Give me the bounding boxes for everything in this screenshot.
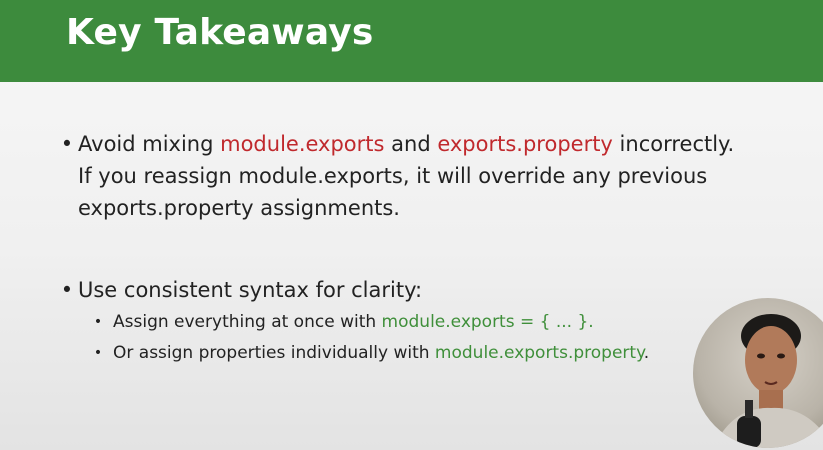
bullet-1-text-a: Avoid mixing	[78, 132, 221, 156]
slide-header: Key Takeaways	[0, 0, 823, 82]
sub-bullet-2-suffix: .	[643, 343, 650, 363]
sub-bullet-icon: •	[93, 345, 103, 361]
sub-bullet-text-1: Assign everything at once with module.ex…	[113, 309, 733, 335]
bullet-text-2: Use consistent syntax for clarity:	[78, 278, 423, 302]
sub-bullet-2-prefix: Or assign properties individually with	[113, 343, 435, 363]
sub-bullet-1-prefix: Assign everything at once with	[113, 312, 382, 332]
bullet-1-text-c: incorrectly.	[612, 132, 735, 156]
sub-bullet-2-code: module.exports.property	[434, 343, 644, 363]
sub-bullet-icon: •	[93, 314, 103, 330]
bullet-1-text-d: If you reassign module.exports, it will …	[78, 164, 708, 220]
bullet-1-text-b: and	[384, 132, 438, 156]
slide-title: Key Takeaways	[66, 12, 374, 53]
bullet-text-1: Avoid mixing module.exports and exports.…	[78, 128, 758, 224]
bullet-1-code-module-exports: module.exports	[220, 132, 385, 156]
sub-bullet-1-suffix: .	[588, 312, 594, 332]
bullet-icon: •	[60, 278, 74, 302]
bullet-1-code-exports-property: exports.property	[437, 132, 613, 156]
bullet-icon: •	[60, 132, 74, 156]
sub-bullet-1-code: module.exports = { ... }	[381, 312, 589, 332]
sub-bullet-text-2: Or assign properties individually with m…	[113, 340, 733, 366]
